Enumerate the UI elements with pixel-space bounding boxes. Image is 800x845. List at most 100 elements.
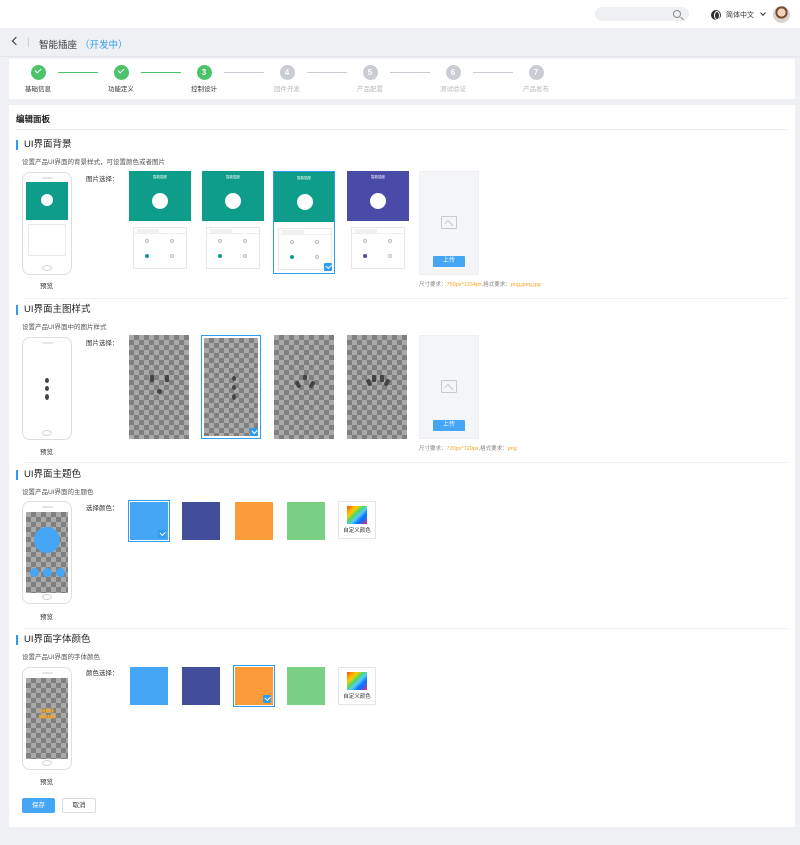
check-icon [113,65,129,80]
thumb-card [133,227,187,269]
section-title-main-img: UI界面主图样式 [16,305,91,315]
upload-button[interactable]: 上传 [433,256,465,267]
upload-area-bg[interactable]: 上传 [419,171,479,275]
main-image-thumbnail[interactable] [129,335,189,439]
upload-button[interactable]: 上传 [433,420,465,431]
hint-mid: ,格式要求： [481,282,511,288]
check-icon [158,530,166,538]
panel-title: 编辑面板 [16,114,51,124]
color-swatch[interactable] [128,500,170,542]
divider [23,462,788,463]
hint-format: png,jpeg,jpg [510,282,541,288]
thumb-title: 智能插座 [153,175,167,179]
section-desc-main-img: 设置产品UI界面中的图片样式 [22,324,107,331]
color-swatch[interactable] [235,502,273,540]
color-swatch[interactable] [287,667,325,705]
upload-area-main-img[interactable]: 上传 [419,335,479,439]
step-label: 功能定义 [108,86,134,93]
step-label: 控制设计 [191,86,217,93]
edit-panel: 编辑面板 UI界面背景 设置产品UI界面的背景样式，可设置颜色或者图片 预览 图… [9,105,795,827]
plug-icon [297,194,313,210]
bg-thumbnail[interactable]: 智能插座 [202,171,264,274]
step-label: 固件开发 [274,86,300,93]
top-bar: 简体中文 [0,0,800,28]
plug-image [129,335,189,439]
preview-screen [26,182,68,264]
plug-icon [152,193,168,209]
title-bar: 智能插座 （开发中） [0,28,800,57]
custom-color-button-font[interactable]: 自定义颜色 [338,667,376,705]
custom-color-label: 自定义颜色 [343,694,371,700]
phone-preview-main-img [22,337,72,440]
preview-screen [26,347,68,429]
speaker [42,672,53,674]
upload-hint-bg: 尺寸要求：750px*1334px,格式要求：png,jpeg,jpg [419,280,541,288]
step-label: 测试验证 [440,86,466,93]
color-swatch[interactable] [182,667,220,705]
thumb-card [351,227,405,269]
plug-image [274,335,334,439]
preview-text-sample: ▮▮▮▮▮ ▮▮▮▮▮▮ [38,708,56,720]
thumb-title: 智能插座 [226,175,240,179]
thumb-header: 智能插座 [202,171,264,221]
step-label: 基础信息 [25,86,51,93]
color-picker-icon [347,672,367,690]
search-icon[interactable] [673,10,681,18]
home-button [42,430,52,436]
cancel-button[interactable]: 取消 [62,798,96,813]
custom-color-button-theme[interactable]: 自定义颜色 [338,501,376,539]
hint-format: png [507,446,517,452]
language-label: 简体中文 [726,11,754,19]
thumb-title: 智能插座 [297,176,311,180]
preview-circle [34,527,60,553]
check-icon [324,263,332,271]
preview-label: 预览 [40,449,53,456]
bg-thumbnail[interactable]: 智能插座 [347,171,409,274]
search-input[interactable] [595,7,689,21]
globe-icon [711,9,721,20]
phone-preview-theme [22,501,72,604]
color-swatch[interactable] [130,667,168,705]
phone-preview-font: ▮▮▮▮▮ ▮▮▮▮▮▮ [22,667,72,770]
main-image-thumbnail[interactable] [347,335,407,439]
image-select-label: 图片选择： [86,176,119,183]
color-swatch[interactable] [287,502,325,540]
speaker [42,177,53,179]
step-1: 基础信息 [8,65,68,93]
step-6: 6 测试验证 [423,65,483,93]
progress-steps: 基础信息 功能定义 3 控制设计 4 固件开发 5 产品配置 6 测试验证 7 产品发布 [9,59,795,99]
step-label: 产品配置 [357,86,383,93]
preview-label: 预览 [40,283,53,290]
hint-prefix: 尺寸要求： [419,446,447,452]
thumb-card [206,227,260,269]
language-selector[interactable]: 简体中文 [711,9,766,20]
color-swatch[interactable] [182,502,220,540]
thumb-title: 智能插座 [371,175,385,179]
step-number: 3 [196,65,212,80]
thumb-header: 智能插座 [347,171,409,221]
section-title-theme: UI界面主题色 [16,470,81,480]
bg-thumbnail[interactable]: 智能插座 [129,171,191,274]
preview-label: 预览 [40,614,53,621]
step-5: 5 产品配置 [340,65,400,93]
preview-dot [30,568,39,577]
status-text: （开发中） [80,40,128,51]
save-button[interactable]: 保存 [22,798,55,813]
color-swatch[interactable] [233,665,275,707]
main-image-thumbnail[interactable] [274,335,334,439]
divider [23,298,788,299]
hint-size: 720px*720px [446,446,479,452]
bg-thumbnail[interactable]: 智能插座 [273,171,335,274]
preview-dot [43,568,52,577]
main-image-thumbnail[interactable] [201,335,261,439]
image-icon [441,216,457,229]
section-title-bg: UI界面背景 [16,140,72,150]
plug-icon [370,193,386,209]
plug-image [347,335,407,439]
thumb-header: 智能插座 [129,171,191,221]
chevron-down-icon [760,10,766,16]
step-number: 7 [528,65,544,80]
preview-label: 预览 [40,779,53,786]
avatar[interactable] [773,6,790,23]
back-arrow-icon[interactable] [11,36,21,46]
